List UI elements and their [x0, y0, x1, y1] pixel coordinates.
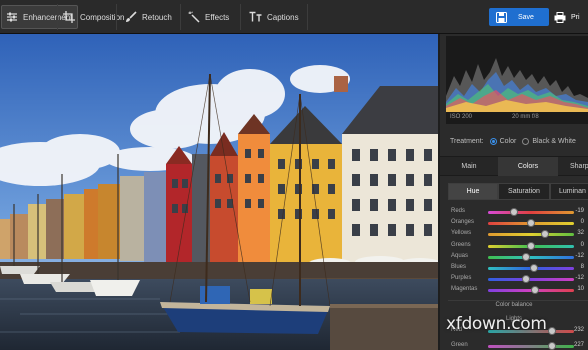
slider-label: Yellows [451, 230, 472, 237]
subtab-saturation[interactable]: Saturation [498, 183, 550, 200]
slider-track[interactable] [488, 211, 574, 214]
panel-tabs: Main Colors Sharp [440, 156, 588, 176]
subtab-luminance[interactable]: Luminan [550, 183, 588, 200]
slider-label: Purples [451, 275, 472, 282]
save-button[interactable]: Save [489, 8, 549, 26]
tab-colors[interactable]: Colors [498, 157, 558, 176]
tool-effects[interactable]: Effects [187, 5, 229, 29]
radio-bw-label[interactable]: Black & White [532, 138, 576, 145]
save-icon [494, 10, 508, 24]
photo-canvas[interactable] [0, 34, 438, 350]
divider [448, 300, 588, 301]
slider-value[interactable]: 0 [566, 242, 584, 248]
divider [240, 4, 241, 30]
slider-label: Greens [451, 241, 471, 248]
slider-knob[interactable] [530, 264, 539, 272]
adjustments-panel: ISO 200 20 mm f/8 Treatment: Color Black… [440, 34, 588, 350]
divider [57, 4, 58, 30]
slider-value[interactable]: 10 [566, 286, 584, 292]
divider [307, 4, 308, 30]
treatment-label: Treatment: [450, 137, 484, 145]
balance-value[interactable]: 227 [566, 342, 584, 348]
balance-knob[interactable] [548, 327, 556, 335]
balance-value[interactable]: 232 [566, 327, 584, 333]
radio-color-label[interactable]: Color [500, 138, 517, 145]
radio-color[interactable] [489, 137, 497, 145]
tool-label: Effects [205, 12, 230, 22]
slider-label: Aquas [451, 252, 469, 259]
slider-knob[interactable] [521, 252, 530, 261]
sliders-icon [5, 10, 19, 24]
slider-value[interactable]: -12 [566, 275, 584, 281]
slider-knob[interactable] [521, 275, 530, 284]
slider-value[interactable]: 8 [566, 264, 584, 270]
slider-knob[interactable] [509, 208, 518, 216]
slider-track[interactable] [488, 233, 574, 237]
color-balance-title: Color balance [495, 302, 533, 308]
divider [116, 4, 117, 30]
balance-track[interactable] [488, 345, 574, 348]
radio-black-white[interactable] [522, 137, 530, 145]
hue-slider-magentas: Magentas 10 [440, 284, 588, 297]
save-label: Save [518, 13, 534, 21]
tool-captions[interactable]: Captions [249, 5, 299, 29]
tool-retouch[interactable]: Retouch [124, 5, 172, 29]
exif-info: ISO 200 20 mm f/8 [446, 112, 588, 124]
slider-label: Magentas [451, 286, 478, 293]
slider-knob[interactable] [540, 230, 549, 239]
slider-track[interactable] [488, 278, 574, 282]
slider-value[interactable]: 32 [566, 230, 584, 236]
magic-wand-icon [187, 10, 201, 24]
balance-knob[interactable] [548, 342, 556, 350]
harbor-photo [0, 34, 438, 350]
crop-icon [62, 10, 76, 24]
tool-label: Retouch [142, 12, 172, 22]
slider-knob[interactable] [527, 241, 535, 250]
text-icon [249, 10, 263, 24]
tab-sharpness[interactable]: Sharp [558, 157, 588, 176]
subtab-hue[interactable]: Hue [448, 183, 498, 200]
divider [180, 4, 181, 30]
tool-label: Composition [80, 12, 125, 22]
slider-track[interactable] [488, 255, 574, 259]
color-subtabs: Hue Saturation Luminan [446, 183, 588, 200]
slider-label: Blues [451, 264, 467, 270]
printer-icon [553, 10, 567, 24]
iso-value: ISO 200 [450, 114, 473, 120]
tab-main[interactable]: Main [440, 157, 498, 176]
brush-icon [124, 10, 138, 24]
histogram [446, 36, 588, 112]
slider-value[interactable]: 0 [566, 219, 584, 225]
print-button[interactable]: Pri [553, 8, 588, 26]
slider-value[interactable]: -12 [566, 253, 584, 259]
slider-label: Oranges [451, 219, 475, 226]
slider-knob[interactable] [527, 219, 535, 228]
slider-knob[interactable] [531, 286, 540, 295]
print-label: Pri [571, 13, 580, 21]
balance-row-green: Green 227 [440, 340, 588, 350]
balance-label: Green [451, 342, 468, 348]
lens-value: 20 mm f/8 [512, 114, 539, 120]
tool-label: Captions [267, 12, 299, 22]
slider-label: Reds [451, 208, 466, 214]
watermark: xfdown.com [446, 314, 547, 334]
slider-value[interactable]: -19 [566, 208, 584, 214]
top-toolbar: Enhancement Composition Retouch Effects … [0, 0, 588, 34]
treatment-selector: Treatment: Color Black & White [450, 135, 576, 147]
